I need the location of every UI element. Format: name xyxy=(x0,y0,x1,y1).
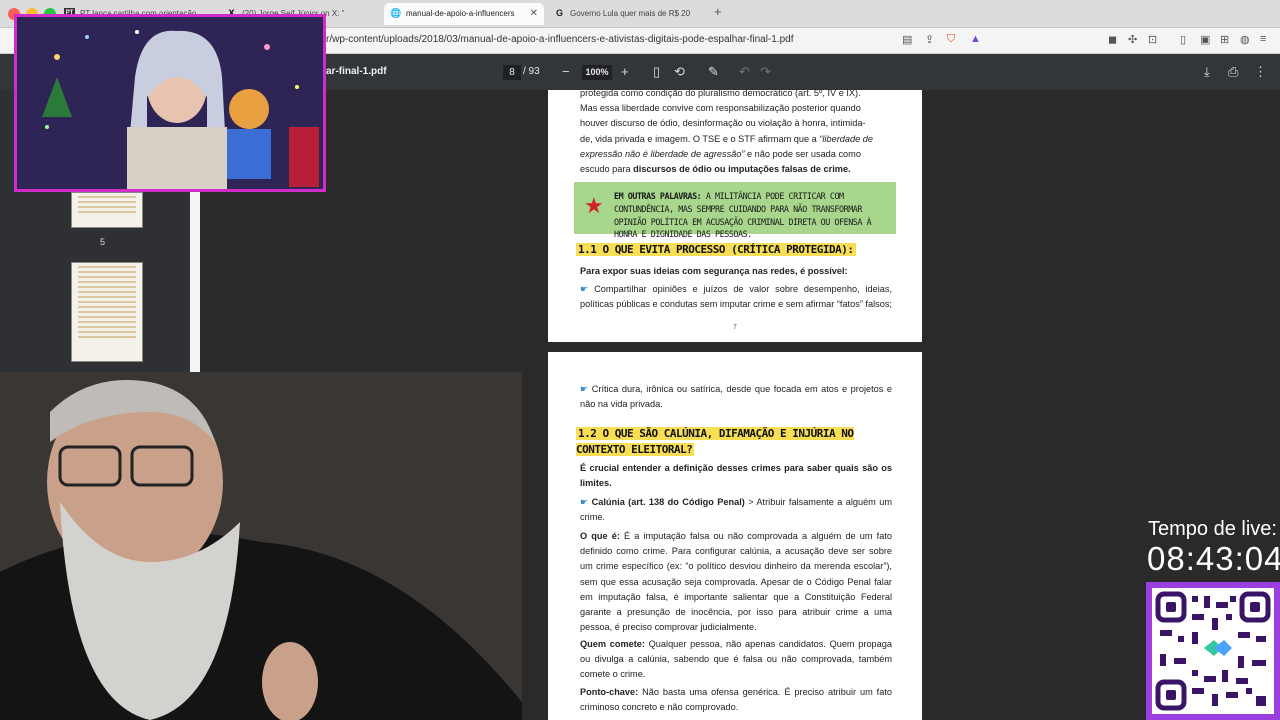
annotate-icon[interactable]: ✎ xyxy=(708,63,719,81)
callout-label: EM OUTRAS PALAVRAS: xyxy=(614,191,702,201)
section-intro: É crucial entender a definição desses cr… xyxy=(580,463,892,489)
downloads-icon[interactable]: ⊡ xyxy=(1148,33,1157,46)
page-number: 7 xyxy=(733,324,737,331)
page7-paragraph: protegida como condição do pluralismo de… xyxy=(580,86,892,177)
brave-shield-icon[interactable]: ⛉ xyxy=(947,33,955,46)
download-icon[interactable]: ⤓ xyxy=(1204,63,1210,81)
paragraph-text: É a imputação falsa ou não comprovada a … xyxy=(580,531,892,633)
puzzle-icon[interactable]: ✣ xyxy=(1128,33,1137,46)
pdf-page-8: ☛ Crítica dura, irônica ou satírica, des… xyxy=(548,352,922,720)
callout-text: EM OUTRAS PALAVRAS: A MILITÂNCIA PODE CR… xyxy=(614,190,890,241)
sidebar-toggle-icon[interactable]: ▯ xyxy=(1180,33,1186,46)
quote-text: expressão não é liberdade de agressão” xyxy=(580,148,745,159)
bold-text: O que é: xyxy=(580,531,620,541)
callout-box: ★ EM OUTRAS PALAVRAS: A MILITÂNCIA PODE … xyxy=(574,182,896,239)
tab-manual-pdf[interactable]: 🌐 manual-de-apoio-a-influencers ✕ xyxy=(384,3,544,25)
pdf-page-7: protegida como condição do pluralismo de… xyxy=(548,88,922,342)
bullet-item: ☛ Crítica dura, irônica ou satírica, des… xyxy=(580,382,892,412)
text-line: escudo para discursos de ódio ou imputaç… xyxy=(580,162,892,177)
heading-text: 1.2 O QUE SÃO CALÚNIA, DIFAMAÇÃO E INJÚR… xyxy=(576,427,854,456)
zoom-out-button[interactable]: − xyxy=(562,63,570,81)
tab-title: manual-de-apoio-a-influencers xyxy=(406,9,515,18)
live-time-label: Tempo de live: xyxy=(1148,518,1277,540)
qr-code xyxy=(1146,582,1280,720)
definition-paragraph: O que é: É a imputação falsa ou não comp… xyxy=(580,529,892,635)
vpn-icon[interactable]: ⊞ xyxy=(1220,33,1229,46)
bullet-text: Crítica dura, irônica ou satírica, desde… xyxy=(580,384,892,410)
qr-code-pattern xyxy=(1155,591,1271,711)
close-tab-icon[interactable]: ✕ xyxy=(530,3,538,25)
pointing-hand-icon: ☛ xyxy=(580,497,592,507)
reader-mode-icon[interactable]: ▤ xyxy=(902,33,912,46)
page-thumbnail[interactable] xyxy=(71,262,143,362)
pointing-hand-icon: ☛ xyxy=(580,384,592,394)
webcam-video-frame xyxy=(0,372,522,720)
bullet-item: ☛ Calúnia (art. 138 do Código Penal) > A… xyxy=(580,495,892,525)
thumbnail-label: 5 xyxy=(100,237,106,247)
page-number-input[interactable]: 8 xyxy=(503,65,521,80)
bold-text: Calúnia (art. 138 do Código Penal) xyxy=(591,497,745,507)
section-intro: Para expor suas ideias com segurança nas… xyxy=(580,266,848,276)
undo-icon[interactable]: ↶ xyxy=(739,63,750,81)
rotate-icon[interactable]: ⟲ xyxy=(674,63,685,81)
url-field[interactable]: r/wp-content/uploads/2018/03/manual-de-a… xyxy=(326,34,793,45)
text-span: de, vida privada e imagem. O TSE e o STF… xyxy=(580,133,820,144)
print-icon[interactable]: ⎙ xyxy=(1228,63,1238,81)
bold-text: discursos de ódio ou imputações falsas d… xyxy=(633,164,851,175)
share-icon[interactable]: ⇪ xyxy=(925,33,934,46)
new-tab-button[interactable]: + xyxy=(714,4,722,19)
text-line: protegida como condição do pluralismo de… xyxy=(580,88,861,98)
page-thumbnail[interactable] xyxy=(71,192,143,228)
text-line: houver discurso de ódio, desinformação o… xyxy=(580,118,866,129)
profile-icon[interactable]: ◍ xyxy=(1240,33,1250,46)
page-total: / 93 xyxy=(523,66,540,77)
streamer-webcam xyxy=(14,14,326,192)
more-options-icon[interactable]: ⋮ xyxy=(1254,63,1267,81)
bold-text: Quem comete: xyxy=(580,639,645,649)
quote-text: “liberdade de xyxy=(819,133,873,144)
tab-governo-lula[interactable]: G Governo Lula quer mais de R$ 20 xyxy=(548,3,708,25)
section-heading: 1.2 O QUE SÃO CALÚNIA, DIFAMAÇÃO E INJÚR… xyxy=(576,426,894,458)
text-span: e não pode ser usada como xyxy=(744,148,861,159)
pdf-filename: ar-final-1.pdf xyxy=(326,66,387,77)
bullet-item: ☛ Compartilhar opiniões e juízos de valo… xyxy=(580,282,892,312)
zoom-level-input[interactable]: 100% xyxy=(582,65,612,80)
tab-favicon: G xyxy=(555,8,563,18)
who-commits-paragraph: Quem comete: Qualquer pessoa, não apenas… xyxy=(580,637,892,683)
fit-page-icon[interactable]: ▯ xyxy=(653,63,660,81)
webcam-video-frame xyxy=(17,17,323,189)
text-line: Mas essa liberdade convive com responsab… xyxy=(580,103,861,114)
tab-title: Governo Lula quer mais de R$ 20 xyxy=(570,9,691,18)
wallet-icon[interactable]: ▣ xyxy=(1200,33,1210,46)
rewards-icon[interactable]: ▲ xyxy=(970,33,981,45)
globe-icon: 🌐 xyxy=(390,8,402,18)
section-heading: 1.1 O QUE EVITA PROCESSO (CRÍTICA PROTEG… xyxy=(576,243,856,258)
star-icon: ★ xyxy=(584,193,604,218)
pointing-hand-icon: ☛ xyxy=(580,284,595,294)
text-line: de, vida privada e imagem. O TSE e o STF… xyxy=(580,132,892,147)
heading-text: 1.1 O QUE EVITA PROCESSO (CRÍTICA PROTEG… xyxy=(576,243,856,256)
bullet-text: Compartilhar opiniões e juízos de valor … xyxy=(580,284,892,310)
text-line: expressão não é liberdade de agressão” e… xyxy=(580,147,892,162)
extension-icon[interactable]: ◼ xyxy=(1108,33,1117,46)
key-point-paragraph: Ponto-chave: Não basta uma ofensa genéri… xyxy=(580,685,892,715)
bold-text: Ponto-chave: xyxy=(580,687,639,697)
redo-icon[interactable]: ↷ xyxy=(760,63,771,81)
sidebar-scrollbar[interactable] xyxy=(190,190,200,390)
live-timer: 08:43:04 xyxy=(1147,540,1280,577)
screen: { "browser": { "tabs": [ {"favicon": "PT… xyxy=(0,0,1280,720)
host-webcam xyxy=(0,372,522,720)
zoom-in-button[interactable]: + xyxy=(621,63,629,81)
text-span: escudo para xyxy=(580,164,634,175)
menu-icon[interactable]: ≡ xyxy=(1260,33,1266,45)
